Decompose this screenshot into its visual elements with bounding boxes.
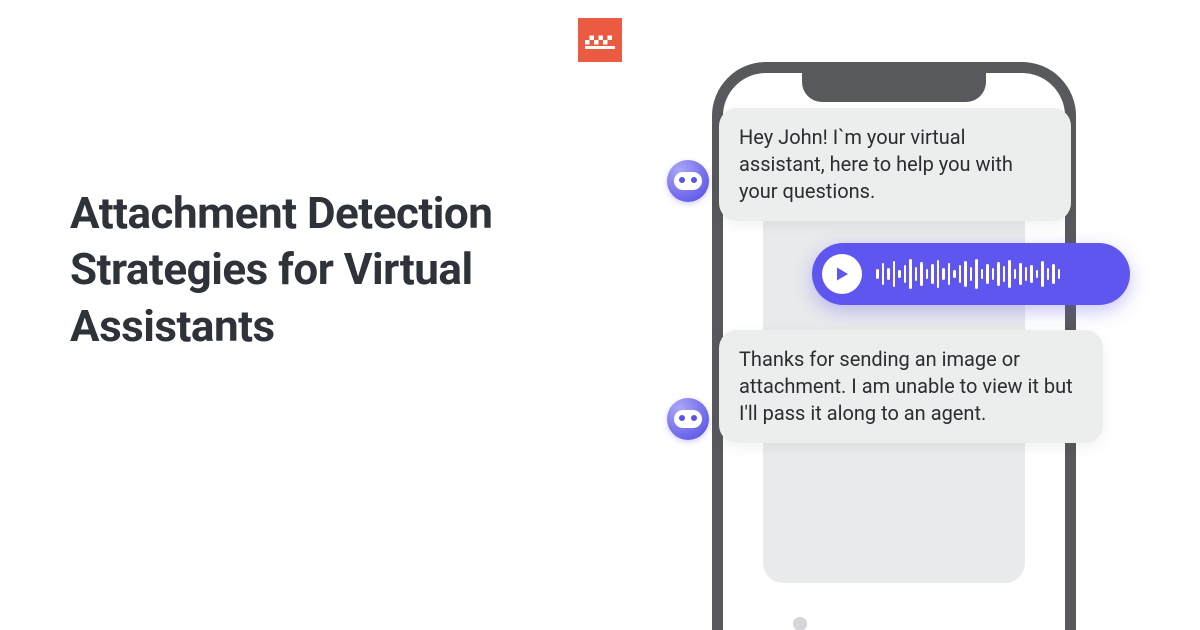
play-button[interactable]	[822, 254, 862, 294]
bot-message-2: Thanks for sending an image or attachmen…	[719, 330, 1103, 443]
page-title: Attachment Detection Strategies for Virt…	[70, 185, 590, 354]
play-icon	[834, 266, 850, 282]
bot-message-1: Hey John! I`m your virtual assistant, he…	[719, 108, 1071, 221]
phone-notch	[802, 72, 986, 102]
bot-avatar-icon	[667, 398, 709, 440]
audio-waveform	[876, 259, 1060, 289]
brand-logo-icon	[578, 18, 622, 62]
typing-indicator-dot	[793, 617, 807, 630]
hero-graphic: Attachment Detection Strategies for Virt…	[0, 0, 1200, 630]
brand-mark-icon	[585, 29, 615, 51]
bot-avatar-icon	[667, 160, 709, 202]
voice-message[interactable]	[812, 243, 1130, 305]
